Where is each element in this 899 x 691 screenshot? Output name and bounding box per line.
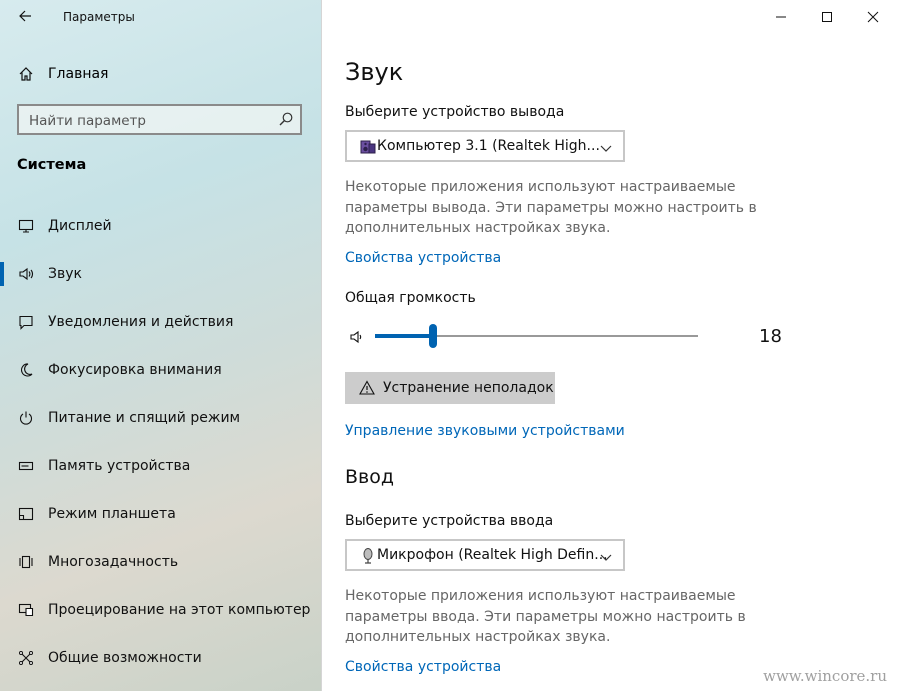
troubleshoot-button[interactable]: Устранение неполадок <box>345 372 555 404</box>
search-box[interactable] <box>17 104 302 135</box>
titlebar-left: Параметры <box>0 0 321 34</box>
display-icon <box>16 216 36 236</box>
sidebar-item-notifications[interactable]: Уведомления и действия <box>0 298 321 346</box>
minimize-button[interactable] <box>758 0 804 34</box>
sidebar-item-multitasking[interactable]: Многозадачность <box>0 538 321 586</box>
sidebar-item-display[interactable]: Дисплей <box>0 202 321 250</box>
output-device-label: Выберите устройство вывода <box>345 104 565 120</box>
sidebar-item-sound[interactable]: Звук <box>0 250 321 298</box>
volume-thumb[interactable] <box>429 324 438 348</box>
input-device-dropdown[interactable]: Микрофон (Realtek High Defin... <box>345 539 625 571</box>
input-device-label: Выберите устройства ввода <box>345 513 554 529</box>
sidebar-item-focus-assist[interactable]: Фокусировка внимания <box>0 346 321 394</box>
home-icon <box>16 64 36 84</box>
sidebar-item-label: Режим планшета <box>48 506 176 522</box>
sidebar-item-label: Звук <box>48 266 82 282</box>
search-input[interactable] <box>27 110 271 132</box>
sidebar-item-projection[interactable]: Проецирование на этот компьютер <box>0 586 321 634</box>
speaker-icon <box>16 264 36 284</box>
input-section-title: Ввод <box>345 466 394 488</box>
shared-icon <box>16 648 36 668</box>
sidebar-item-power[interactable]: Питание и спящий режим <box>0 394 321 442</box>
home-link[interactable]: Главная <box>16 62 108 86</box>
close-icon <box>867 11 879 23</box>
multitask-icon <box>16 552 36 572</box>
page-title: Звук <box>345 58 404 86</box>
titlebar-right <box>321 0 899 34</box>
sidebar-item-label: Многозадачность <box>48 554 179 570</box>
speaker-device-icon <box>359 138 377 156</box>
moon-icon <box>16 360 36 380</box>
output-device-properties-link[interactable]: Свойства устройства <box>345 250 501 266</box>
section-title: Система <box>17 157 87 173</box>
warning-icon <box>359 380 375 396</box>
sidebar: Параметры Главная Система Дисплей Звук У… <box>0 0 322 691</box>
volume-icon <box>349 329 365 349</box>
microphone-icon <box>359 547 377 565</box>
sidebar-item-label: Питание и спящий режим <box>48 410 241 426</box>
home-label: Главная <box>48 66 109 82</box>
notification-icon <box>16 312 36 332</box>
app-title: Параметры <box>63 10 135 24</box>
projection-icon <box>16 600 36 620</box>
sidebar-item-storage[interactable]: Память устройства <box>0 442 321 490</box>
sidebar-item-label: Уведомления и действия <box>48 314 234 330</box>
sidebar-item-label: Фокусировка внимания <box>48 362 222 378</box>
sidebar-item-label: Проецирование на этот компьютер <box>48 602 311 618</box>
sidebar-item-shared-experiences[interactable]: Общие возможности <box>0 634 321 682</box>
output-device-dropdown[interactable]: Компьютер 3.1 (Realtek High... <box>345 130 625 162</box>
search-icon <box>278 111 294 127</box>
volume-fill <box>375 334 434 338</box>
maximize-button[interactable] <box>804 0 850 34</box>
storage-icon <box>16 456 36 476</box>
input-description: Некоторые приложения используют настраив… <box>345 588 746 645</box>
sidebar-item-label: Общие возможности <box>48 650 202 666</box>
back-arrow-icon <box>19 10 31 22</box>
output-description: Некоторые приложения используют настраив… <box>345 179 757 236</box>
volume-value: 18 <box>759 326 782 347</box>
maximize-icon <box>822 12 832 22</box>
tablet-icon <box>16 504 36 524</box>
input-device-value: Микрофон (Realtek High Defin... <box>377 547 608 563</box>
troubleshoot-label: Устранение неполадок <box>383 380 554 396</box>
minimize-icon <box>776 16 786 18</box>
chevron-down-icon <box>599 549 613 563</box>
back-button[interactable] <box>14 7 36 29</box>
sidebar-item-tablet-mode[interactable]: Режим планшета <box>0 490 321 538</box>
power-icon <box>16 408 36 428</box>
chevron-down-icon <box>599 140 613 154</box>
sidebar-nav: Дисплей Звук Уведомления и действия Фоку… <box>0 202 321 682</box>
volume-slider[interactable] <box>345 322 785 352</box>
sidebar-item-label: Память устройства <box>48 458 191 474</box>
manage-sound-devices-link[interactable]: Управление звуковыми устройствами <box>345 423 625 439</box>
input-device-properties-link[interactable]: Свойства устройства <box>345 659 501 675</box>
volume-label: Общая громкость <box>345 290 476 306</box>
watermark: www.wincore.ru <box>763 667 887 685</box>
sidebar-item-label: Дисплей <box>48 218 112 234</box>
close-button[interactable] <box>850 0 896 34</box>
output-device-value: Компьютер 3.1 (Realtek High... <box>377 138 600 154</box>
